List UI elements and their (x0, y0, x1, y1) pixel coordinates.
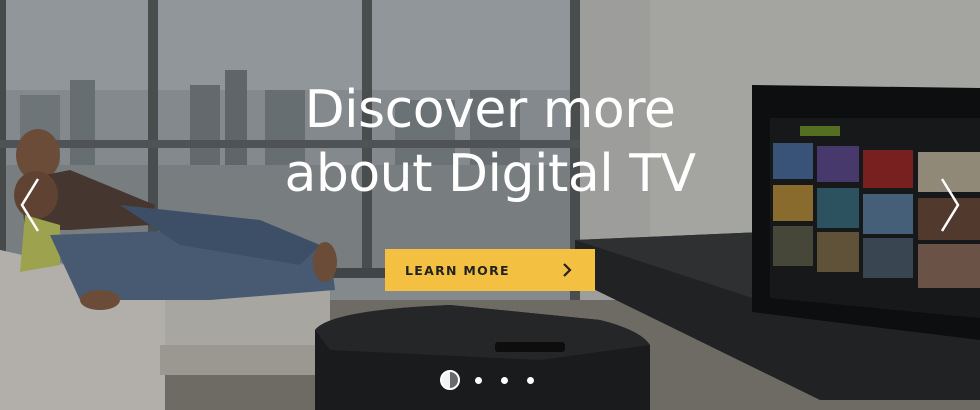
carousel-next-button[interactable] (938, 175, 962, 235)
chevron-right-icon (563, 263, 572, 277)
headline-line-2: about Digital TV (284, 144, 696, 204)
carousel-dot-active[interactable] (440, 370, 460, 390)
hero-headline: Discover more about Digital TV (0, 78, 980, 206)
carousel-dot[interactable] (501, 376, 508, 384)
learn-more-label: LEARN MORE (405, 263, 510, 278)
headline-line-1: Discover more (304, 80, 676, 140)
chevron-right-icon (940, 178, 960, 232)
carousel-dot[interactable] (527, 376, 534, 384)
learn-more-button[interactable]: LEARN MORE (385, 249, 595, 291)
hero-carousel: Discover more about Digital TV LEARN MOR… (0, 0, 980, 410)
carousel-dot[interactable] (475, 376, 482, 384)
carousel-prev-button[interactable] (18, 175, 42, 235)
chevron-left-icon (20, 178, 40, 232)
carousel-pagination (440, 369, 534, 391)
